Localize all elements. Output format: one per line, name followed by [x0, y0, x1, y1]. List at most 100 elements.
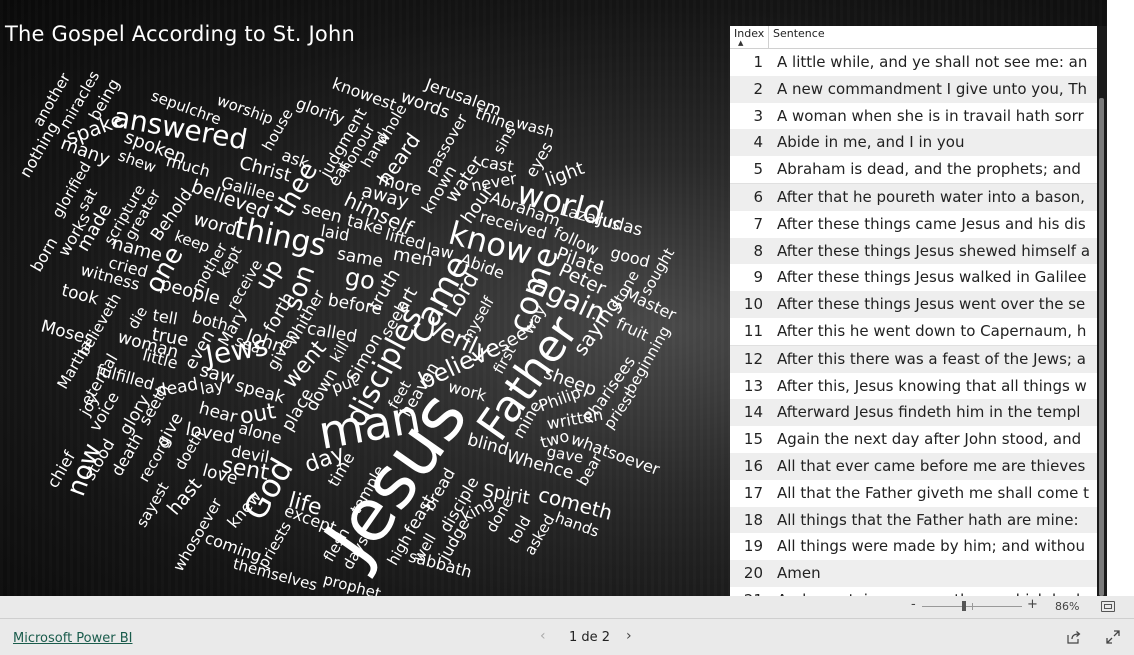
column-header-sentence[interactable]: Sentence	[769, 26, 825, 48]
row-sentence: Abraham is dead, and the prophets; and	[777, 160, 1081, 179]
row-index: 7	[753, 214, 763, 233]
page-indicator: 1 de 2	[569, 630, 611, 645]
table-row[interactable]: 8 After these things Jesus shewed himself…	[730, 237, 1097, 265]
word-cloud-word[interactable]: nothing	[16, 118, 63, 180]
word-cloud-word[interactable]: born	[27, 234, 62, 275]
zoom-level: 86%	[1055, 600, 1080, 613]
row-index: 1	[753, 53, 763, 71]
row-sentence: All things that the Father hath are mine…	[777, 510, 1079, 529]
sentence-table[interactable]: Index ▲ Sentence 1 A little while, and ye…	[730, 26, 1097, 596]
table-row[interactable]: 19 All things were made by him; and witho…	[730, 533, 1097, 560]
row-index: 4	[753, 133, 763, 152]
row-sentence: After these things Jesus walked in Galil…	[777, 268, 1087, 287]
row-index: 18	[743, 510, 763, 529]
row-index: 19	[743, 537, 763, 556]
table-row[interactable]: 10 After these things Jesus went over the…	[730, 291, 1097, 318]
row-sentence: All things were made by him; and withou	[777, 537, 1085, 556]
word-cloud-word[interactable]: good	[609, 243, 652, 272]
table-row[interactable]: 15 Again the next day after John stood, a…	[730, 426, 1097, 453]
row-index: 12	[743, 349, 763, 368]
table-body: 1 A little while, and ye shall not see me…	[730, 49, 1097, 596]
table-row[interactable]: 13 After this, Jesus knowing that all thi…	[730, 373, 1097, 400]
word-cloud-word[interactable]: took	[59, 281, 100, 310]
zoom-slider-thumb[interactable]	[962, 601, 966, 611]
table-row[interactable]: 16 All that ever came before me are thiev…	[730, 452, 1097, 480]
row-index: 9	[753, 268, 763, 287]
report-canvas: The Gospel According to St. John Jesus Fa…	[0, 0, 1107, 596]
word-cloud-word[interactable]: same	[335, 244, 384, 272]
row-sentence: A little while, and ye shall not see me:…	[777, 53, 1088, 71]
fullscreen-icon[interactable]	[1106, 630, 1120, 644]
row-sentence: Amen	[777, 564, 821, 583]
next-page-button[interactable]: ›	[626, 628, 632, 644]
row-index: 10	[743, 295, 763, 314]
row-sentence: After this he went down to Capernaum, h	[777, 321, 1087, 340]
fit-to-page-icon[interactable]	[1101, 601, 1115, 612]
row-sentence: After these things Jesus went over the s…	[777, 295, 1086, 314]
table-row[interactable]: 7 After these things came Jesus and his d…	[730, 211, 1097, 238]
row-sentence: After these things came Jesus and his di…	[777, 214, 1086, 233]
row-sentence: Abide in me, and I in you	[777, 133, 965, 152]
table-row[interactable]: 3 A woman when she is in travail hath sor…	[730, 103, 1097, 130]
word-cloud-word[interactable]: much	[164, 151, 212, 181]
zoom-bar: - + 86%	[0, 596, 1134, 619]
sort-ascending-icon: ▲	[738, 39, 744, 47]
row-index: 11	[743, 321, 763, 340]
row-sentence: After this there was a feast of the Jews…	[777, 349, 1086, 368]
row-index: 20	[743, 564, 763, 583]
right-margin	[1107, 0, 1134, 596]
row-index: 21	[730, 587, 769, 596]
row-sentence: All that the Father giveth me shall come…	[777, 483, 1090, 502]
share-icon[interactable]	[1067, 630, 1081, 644]
table-header: Index ▲ Sentence	[730, 26, 1097, 49]
table-row[interactable]: 20 Amen	[730, 560, 1097, 587]
row-sentence: Again the next day after John stood, and	[777, 430, 1082, 449]
row-index: 5	[753, 160, 763, 179]
table-row[interactable]: 18 All things that the Father hath are mi…	[730, 506, 1097, 534]
row-index: 3	[753, 106, 763, 125]
row-sentence: All that ever came before me are thieves	[777, 456, 1086, 475]
row-index: 2	[753, 79, 763, 98]
table-row[interactable]: 5 Abraham is dead, and the prophets; and	[730, 156, 1097, 183]
table-scrollbar-thumb[interactable]	[1099, 98, 1104, 596]
row-index: 15	[743, 430, 763, 449]
row-sentence: After this, Jesus knowing that all thing…	[777, 376, 1087, 395]
table-row[interactable]: 4 Abide in me, and I in you	[730, 129, 1097, 157]
row-index: 14	[743, 403, 763, 422]
row-index: 17	[743, 483, 763, 502]
zoom-out-button[interactable]: -	[911, 597, 916, 612]
row-sentence: Afterward Jesus findeth him in the templ	[777, 403, 1081, 422]
table-row[interactable]: 1 A little while, and ye shall not see me…	[730, 49, 1097, 76]
row-sentence: And a certain man was there, which had	[769, 587, 1080, 596]
word-cloud[interactable]: JesusFathermandisciplescameworldanswered…	[0, 0, 728, 596]
table-row[interactable]: 2 A new commandment I give unto you, Th	[730, 75, 1097, 103]
table-row[interactable]: 12 After this there was a feast of the Je…	[730, 344, 1097, 373]
row-sentence: After these things Jesus shewed himself …	[777, 241, 1091, 260]
footer-bar: Microsoft Power BI ‹ 1 de 2 ›	[0, 619, 1134, 655]
zoom-in-button[interactable]: +	[1027, 597, 1038, 612]
row-sentence: A woman when she is in travail hath sorr	[777, 106, 1084, 125]
word-cloud-word[interactable]: both	[190, 307, 230, 335]
row-index: 8	[753, 241, 763, 260]
row-index: 6	[753, 187, 763, 206]
word-cloud-word[interactable]: glorify	[293, 94, 347, 129]
row-sentence: After that he poureth water into a bason…	[777, 187, 1085, 206]
word-cloud-word[interactable]: fruit	[613, 313, 651, 344]
table-row[interactable]: 21And a certain man was there, which had	[730, 587, 1097, 596]
word-cloud-word[interactable]: work	[446, 377, 489, 406]
table-row[interactable]: 17 All that the Father giveth me shall co…	[730, 480, 1097, 507]
table-row[interactable]: 6 After that he poureth water into a baso…	[730, 182, 1097, 211]
table-row[interactable]: 14 Afterward Jesus findeth him in the tem…	[730, 399, 1097, 427]
table-row[interactable]: 11 After this he went down to Capernaum, …	[730, 318, 1097, 345]
column-header-index[interactable]: Index ▲	[730, 26, 769, 48]
zoom-slider-default-tick	[972, 603, 973, 610]
word-cloud-word[interactable]: die	[124, 303, 151, 332]
table-row[interactable]: 9 After these things Jesus walked in Gali…	[730, 264, 1097, 291]
row-index: 16	[743, 456, 763, 475]
row-sentence: A new commandment I give unto you, Th	[777, 79, 1088, 98]
report-title: The Gospel According to St. John	[5, 22, 355, 46]
row-index: 13	[743, 376, 763, 395]
word-cloud-word[interactable]: wash	[514, 114, 556, 141]
power-bi-link[interactable]: Microsoft Power BI	[13, 631, 132, 646]
previous-page-button[interactable]: ‹	[540, 628, 546, 644]
